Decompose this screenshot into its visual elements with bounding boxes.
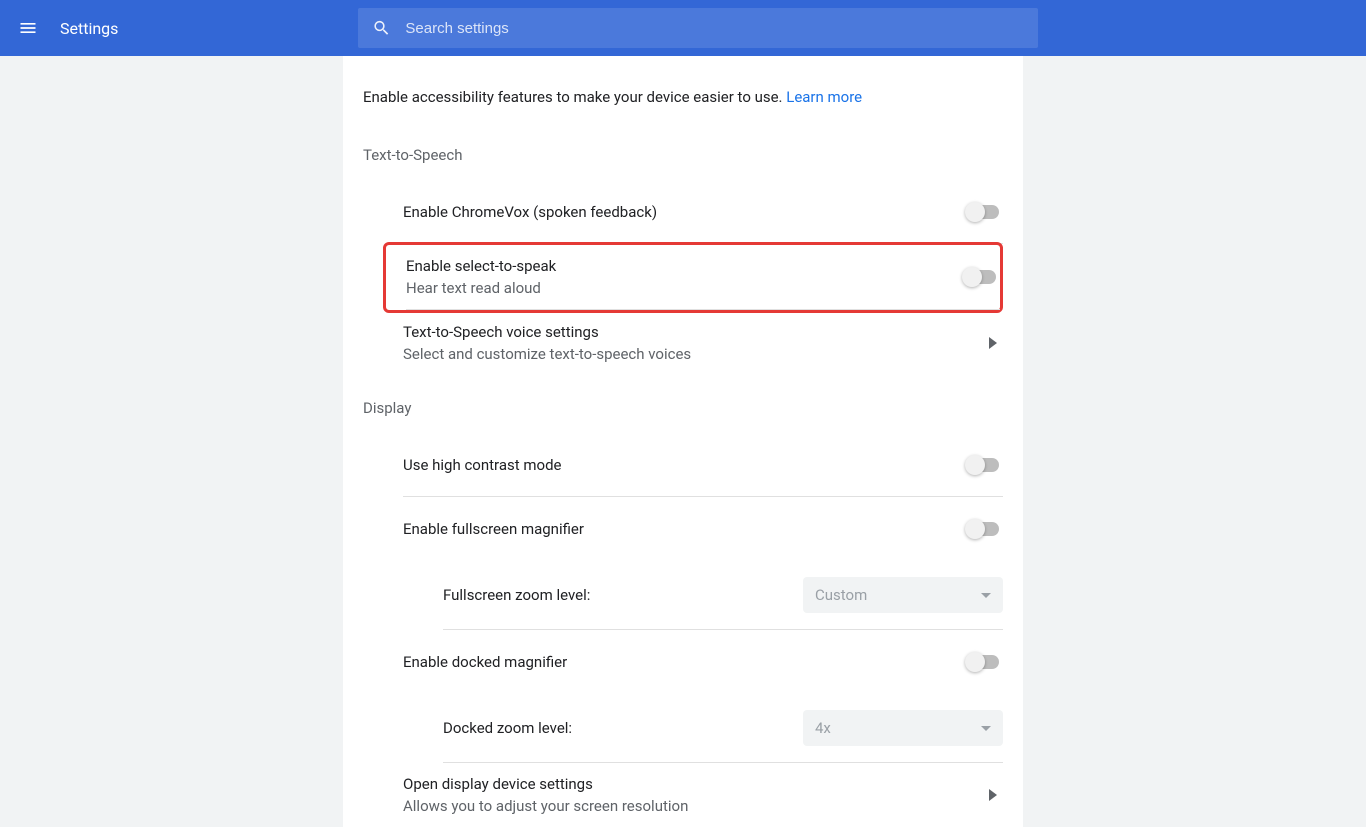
docked-zoom-value: 4x (815, 719, 831, 737)
page-title: Settings (60, 19, 118, 38)
chevron-right-icon (989, 789, 997, 801)
intro-line: Enable accessibility features to make yo… (363, 88, 786, 106)
row-select-to-speak: Enable select-to-speak Hear text read al… (406, 245, 1000, 310)
fullscreen-zoom-select[interactable]: Custom (803, 577, 1003, 613)
high-contrast-toggle[interactable] (967, 458, 999, 472)
docked-magnifier-toggle[interactable] (967, 655, 999, 669)
select-to-speak-sub: Hear text read aloud (406, 279, 964, 297)
intro-text: Enable accessibility features to make yo… (363, 88, 1003, 106)
row-docked-zoom: Docked zoom level: 4x (443, 694, 1003, 763)
row-chromevox: Enable ChromeVox (spoken feedback) (403, 180, 1003, 244)
search-input[interactable] (405, 20, 1024, 37)
dropdown-icon (981, 726, 991, 731)
menu-button[interactable] (16, 16, 40, 40)
section-heading-display: Display (363, 399, 1003, 417)
display-settings-label: Open display device settings (403, 775, 989, 793)
section-heading-tts: Text-to-Speech (363, 146, 1003, 164)
search-icon (372, 18, 391, 38)
display-settings-sub: Allows you to adjust your screen resolut… (403, 797, 989, 815)
voice-settings-sub: Select and customize text-to-speech voic… (403, 345, 989, 363)
row-display-settings[interactable]: Open display device settings Allows you … (403, 763, 1003, 827)
chromevox-toggle[interactable] (967, 205, 999, 219)
row-high-contrast: Use high contrast mode (403, 433, 1003, 497)
hamburger-icon (18, 18, 38, 38)
docked-zoom-label: Docked zoom level: (443, 719, 803, 737)
row-voice-settings[interactable]: Text-to-Speech voice settings Select and… (403, 311, 1003, 375)
select-to-speak-label: Enable select-to-speak (406, 257, 964, 275)
fullscreen-magnifier-toggle[interactable] (967, 522, 999, 536)
fullscreen-magnifier-label: Enable fullscreen magnifier (403, 520, 967, 538)
settings-panel: Enable accessibility features to make yo… (343, 56, 1023, 827)
highlight-box: Enable select-to-speak Hear text read al… (383, 242, 1003, 313)
row-fullscreen-magnifier: Enable fullscreen magnifier (403, 497, 1003, 561)
search-box[interactable] (358, 8, 1038, 48)
docked-magnifier-label: Enable docked magnifier (403, 653, 967, 671)
learn-more-link[interactable]: Learn more (786, 88, 862, 106)
docked-zoom-select[interactable]: 4x (803, 710, 1003, 746)
fullscreen-zoom-label: Fullscreen zoom level: (443, 586, 803, 604)
chromevox-label: Enable ChromeVox (spoken feedback) (403, 203, 967, 221)
row-docked-magnifier: Enable docked magnifier (403, 630, 1003, 694)
chevron-right-icon (989, 337, 997, 349)
fullscreen-zoom-value: Custom (815, 586, 867, 604)
high-contrast-label: Use high contrast mode (403, 456, 967, 474)
header-bar: Settings (0, 0, 1366, 56)
dropdown-icon (981, 593, 991, 598)
voice-settings-label: Text-to-Speech voice settings (403, 323, 989, 341)
select-to-speak-toggle[interactable] (964, 270, 996, 284)
row-fullscreen-zoom: Fullscreen zoom level: Custom (443, 561, 1003, 630)
